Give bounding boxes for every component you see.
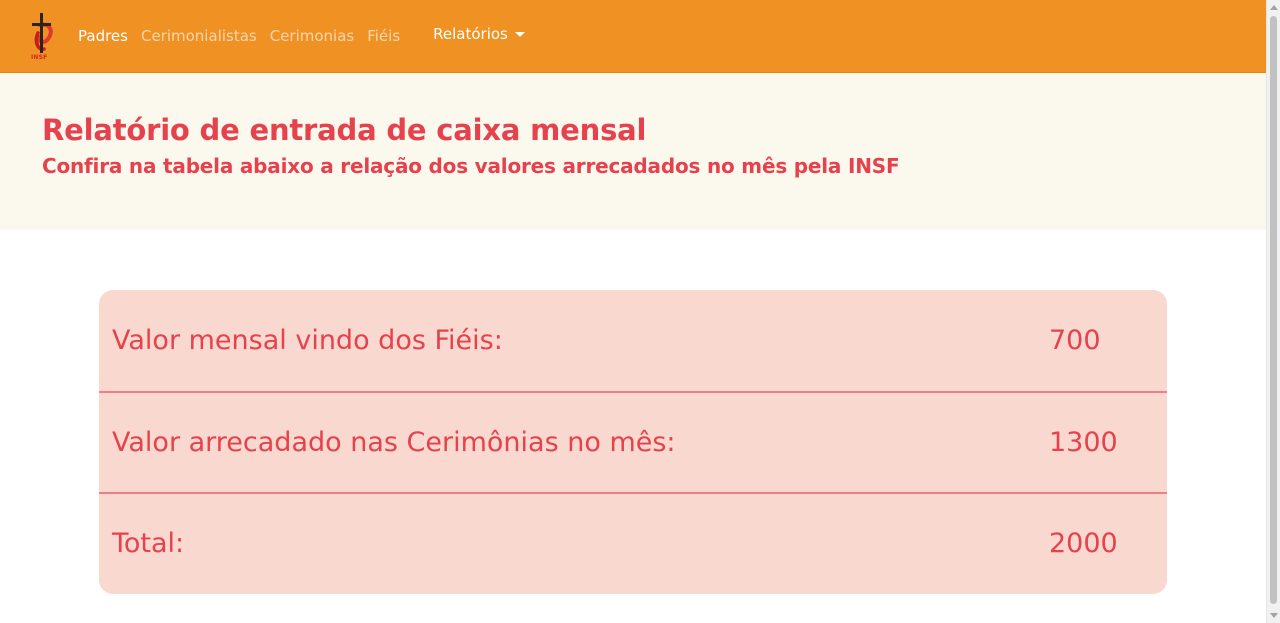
row-label: Valor mensal vindo dos Fiéis: [112, 325, 503, 356]
vertical-scrollbar[interactable] [1266, 0, 1280, 623]
nav-dropdown-label: Relatórios [433, 25, 508, 43]
report-row-fieis: Valor mensal vindo dos Fiéis: 700 [99, 290, 1167, 391]
row-label: Valor arrecadado nas Cerimônias no mês: [112, 427, 676, 458]
logo-text: INSF [31, 54, 48, 61]
nav-item-cerimonialistas[interactable]: Cerimonialistas [141, 27, 257, 45]
row-label: Total: [112, 528, 185, 559]
row-value: 700 [1049, 325, 1101, 356]
nav-links: Padres Cerimonialistas Cerimonias Fiéis … [78, 0, 525, 72]
page-subtitle: Confira na tabela abaixo a relação dos v… [42, 154, 900, 178]
page-title: Relatório de entrada de caixa mensal [42, 113, 647, 147]
row-value: 1300 [1049, 427, 1118, 458]
insf-logo[interactable]: INSF [28, 11, 58, 61]
nav-item-fieis[interactable]: Fiéis [367, 27, 400, 45]
report-row-cerimonias: Valor arrecadado nas Cerimônias no mês: … [99, 391, 1167, 492]
scroll-down-icon[interactable] [1270, 613, 1278, 618]
report-table: Valor mensal vindo dos Fiéis: 700 Valor … [99, 290, 1167, 594]
navbar: INSF Padres Cerimonialistas Cerimonias F… [0, 0, 1266, 73]
page: INSF Padres Cerimonialistas Cerimonias F… [0, 0, 1266, 623]
nav-item-cerimonias[interactable]: Cerimonias [270, 27, 355, 45]
scroll-up-icon[interactable] [1270, 5, 1278, 10]
caret-down-icon [514, 31, 525, 37]
report-row-total: Total: 2000 [99, 492, 1167, 593]
nav-dropdown-relatorios[interactable]: Relatórios [433, 25, 525, 43]
page-header: Relatório de entrada de caixa mensal Con… [0, 73, 1266, 230]
scroll-thumb[interactable] [1270, 16, 1277, 604]
nav-item-padres[interactable]: Padres [78, 27, 128, 45]
row-value: 2000 [1049, 528, 1118, 559]
